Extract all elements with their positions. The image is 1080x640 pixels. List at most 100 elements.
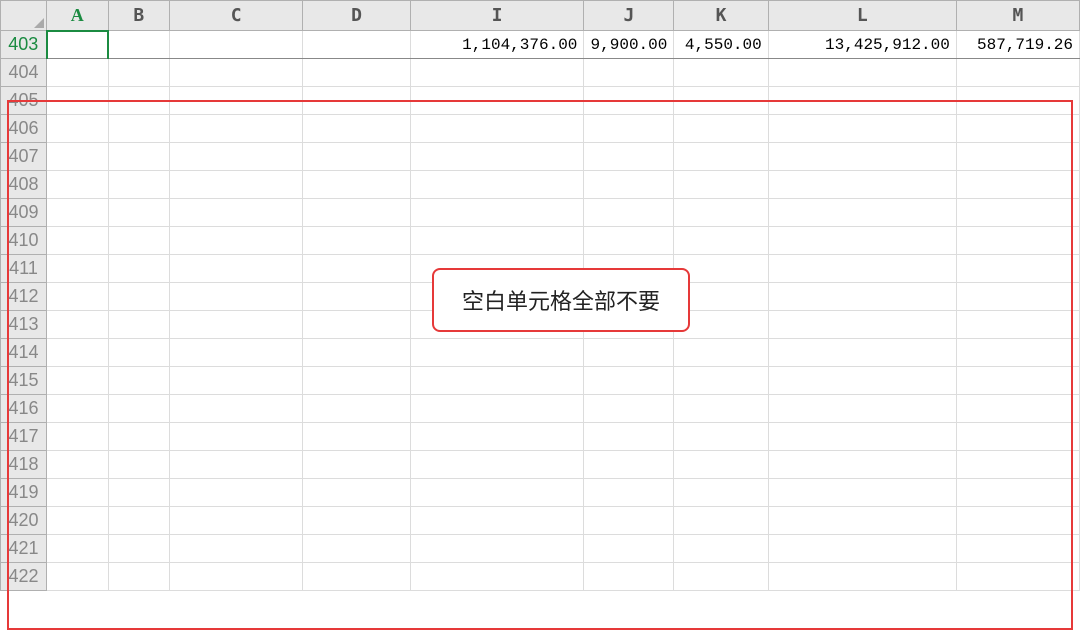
cell-A412[interactable] bbox=[47, 283, 109, 311]
column-header-d[interactable]: D bbox=[303, 1, 410, 31]
cell-B407[interactable] bbox=[108, 143, 169, 171]
cell-K405[interactable] bbox=[674, 87, 768, 115]
cell-M420[interactable] bbox=[956, 507, 1079, 535]
cell-D403[interactable] bbox=[303, 31, 410, 59]
cell-M422[interactable] bbox=[956, 563, 1079, 591]
cell-A410[interactable] bbox=[47, 227, 109, 255]
column-header-a[interactable]: A bbox=[47, 1, 109, 31]
cell-L412[interactable] bbox=[768, 283, 956, 311]
cell-J414[interactable] bbox=[584, 339, 674, 367]
cell-B420[interactable] bbox=[108, 507, 169, 535]
cell-L415[interactable] bbox=[768, 367, 956, 395]
cell-C403[interactable] bbox=[169, 31, 303, 59]
cell-D413[interactable] bbox=[303, 311, 410, 339]
column-header-i[interactable]: I bbox=[410, 1, 584, 31]
cell-C414[interactable] bbox=[169, 339, 303, 367]
cell-J408[interactable] bbox=[584, 171, 674, 199]
cell-L420[interactable] bbox=[768, 507, 956, 535]
cell-M409[interactable] bbox=[956, 199, 1079, 227]
cell-B406[interactable] bbox=[108, 115, 169, 143]
column-header-b[interactable]: B bbox=[108, 1, 169, 31]
cell-I409[interactable] bbox=[410, 199, 584, 227]
row-header-403[interactable]: 403 bbox=[1, 31, 47, 59]
cell-C416[interactable] bbox=[169, 395, 303, 423]
cell-M417[interactable] bbox=[956, 423, 1079, 451]
cell-J417[interactable] bbox=[584, 423, 674, 451]
cell-K416[interactable] bbox=[674, 395, 768, 423]
cell-B419[interactable] bbox=[108, 479, 169, 507]
cell-D412[interactable] bbox=[303, 283, 410, 311]
cell-A408[interactable] bbox=[47, 171, 109, 199]
cell-B410[interactable] bbox=[108, 227, 169, 255]
cell-L409[interactable] bbox=[768, 199, 956, 227]
cell-M406[interactable] bbox=[956, 115, 1079, 143]
row-header-417[interactable]: 417 bbox=[1, 423, 47, 451]
row-header-409[interactable]: 409 bbox=[1, 199, 47, 227]
cell-I406[interactable] bbox=[410, 115, 584, 143]
row-header-411[interactable]: 411 bbox=[1, 255, 47, 283]
cell-B405[interactable] bbox=[108, 87, 169, 115]
column-header-j[interactable]: J bbox=[584, 1, 674, 31]
cell-K417[interactable] bbox=[674, 423, 768, 451]
cell-D408[interactable] bbox=[303, 171, 410, 199]
cell-A407[interactable] bbox=[47, 143, 109, 171]
cell-M421[interactable] bbox=[956, 535, 1079, 563]
cell-L406[interactable] bbox=[768, 115, 956, 143]
cell-B411[interactable] bbox=[108, 255, 169, 283]
cell-J420[interactable] bbox=[584, 507, 674, 535]
cell-A403[interactable] bbox=[47, 31, 109, 59]
cell-K415[interactable] bbox=[674, 367, 768, 395]
cell-K421[interactable] bbox=[674, 535, 768, 563]
cell-D405[interactable] bbox=[303, 87, 410, 115]
cell-C407[interactable] bbox=[169, 143, 303, 171]
cell-K407[interactable] bbox=[674, 143, 768, 171]
cell-J416[interactable] bbox=[584, 395, 674, 423]
cell-K419[interactable] bbox=[674, 479, 768, 507]
cell-C412[interactable] bbox=[169, 283, 303, 311]
cell-B412[interactable] bbox=[108, 283, 169, 311]
cell-I408[interactable] bbox=[410, 171, 584, 199]
cell-A413[interactable] bbox=[47, 311, 109, 339]
cell-B408[interactable] bbox=[108, 171, 169, 199]
cell-J403[interactable]: 9,900.00 bbox=[584, 31, 674, 59]
cell-A420[interactable] bbox=[47, 507, 109, 535]
cell-C421[interactable] bbox=[169, 535, 303, 563]
cell-C415[interactable] bbox=[169, 367, 303, 395]
cell-B413[interactable] bbox=[108, 311, 169, 339]
cell-B404[interactable] bbox=[108, 59, 169, 87]
cell-K420[interactable] bbox=[674, 507, 768, 535]
cell-D410[interactable] bbox=[303, 227, 410, 255]
cell-K410[interactable] bbox=[674, 227, 768, 255]
cell-D416[interactable] bbox=[303, 395, 410, 423]
cell-C422[interactable] bbox=[169, 563, 303, 591]
cell-L411[interactable] bbox=[768, 255, 956, 283]
row-header-421[interactable]: 421 bbox=[1, 535, 47, 563]
cell-C411[interactable] bbox=[169, 255, 303, 283]
cell-C418[interactable] bbox=[169, 451, 303, 479]
cell-D414[interactable] bbox=[303, 339, 410, 367]
cell-L417[interactable] bbox=[768, 423, 956, 451]
cell-D422[interactable] bbox=[303, 563, 410, 591]
cell-M410[interactable] bbox=[956, 227, 1079, 255]
row-header-405[interactable]: 405 bbox=[1, 87, 47, 115]
cell-C409[interactable] bbox=[169, 199, 303, 227]
cell-A416[interactable] bbox=[47, 395, 109, 423]
cell-B417[interactable] bbox=[108, 423, 169, 451]
row-header-414[interactable]: 414 bbox=[1, 339, 47, 367]
cell-L404[interactable] bbox=[768, 59, 956, 87]
cell-L408[interactable] bbox=[768, 171, 956, 199]
cell-M415[interactable] bbox=[956, 367, 1079, 395]
cell-C417[interactable] bbox=[169, 423, 303, 451]
cell-J409[interactable] bbox=[584, 199, 674, 227]
cell-A414[interactable] bbox=[47, 339, 109, 367]
select-all-corner[interactable] bbox=[1, 1, 47, 31]
cell-L416[interactable] bbox=[768, 395, 956, 423]
cell-K406[interactable] bbox=[674, 115, 768, 143]
cell-M411[interactable] bbox=[956, 255, 1079, 283]
row-header-419[interactable]: 419 bbox=[1, 479, 47, 507]
cell-A417[interactable] bbox=[47, 423, 109, 451]
row-header-420[interactable]: 420 bbox=[1, 507, 47, 535]
cell-A415[interactable] bbox=[47, 367, 109, 395]
cell-K404[interactable] bbox=[674, 59, 768, 87]
cell-J405[interactable] bbox=[584, 87, 674, 115]
